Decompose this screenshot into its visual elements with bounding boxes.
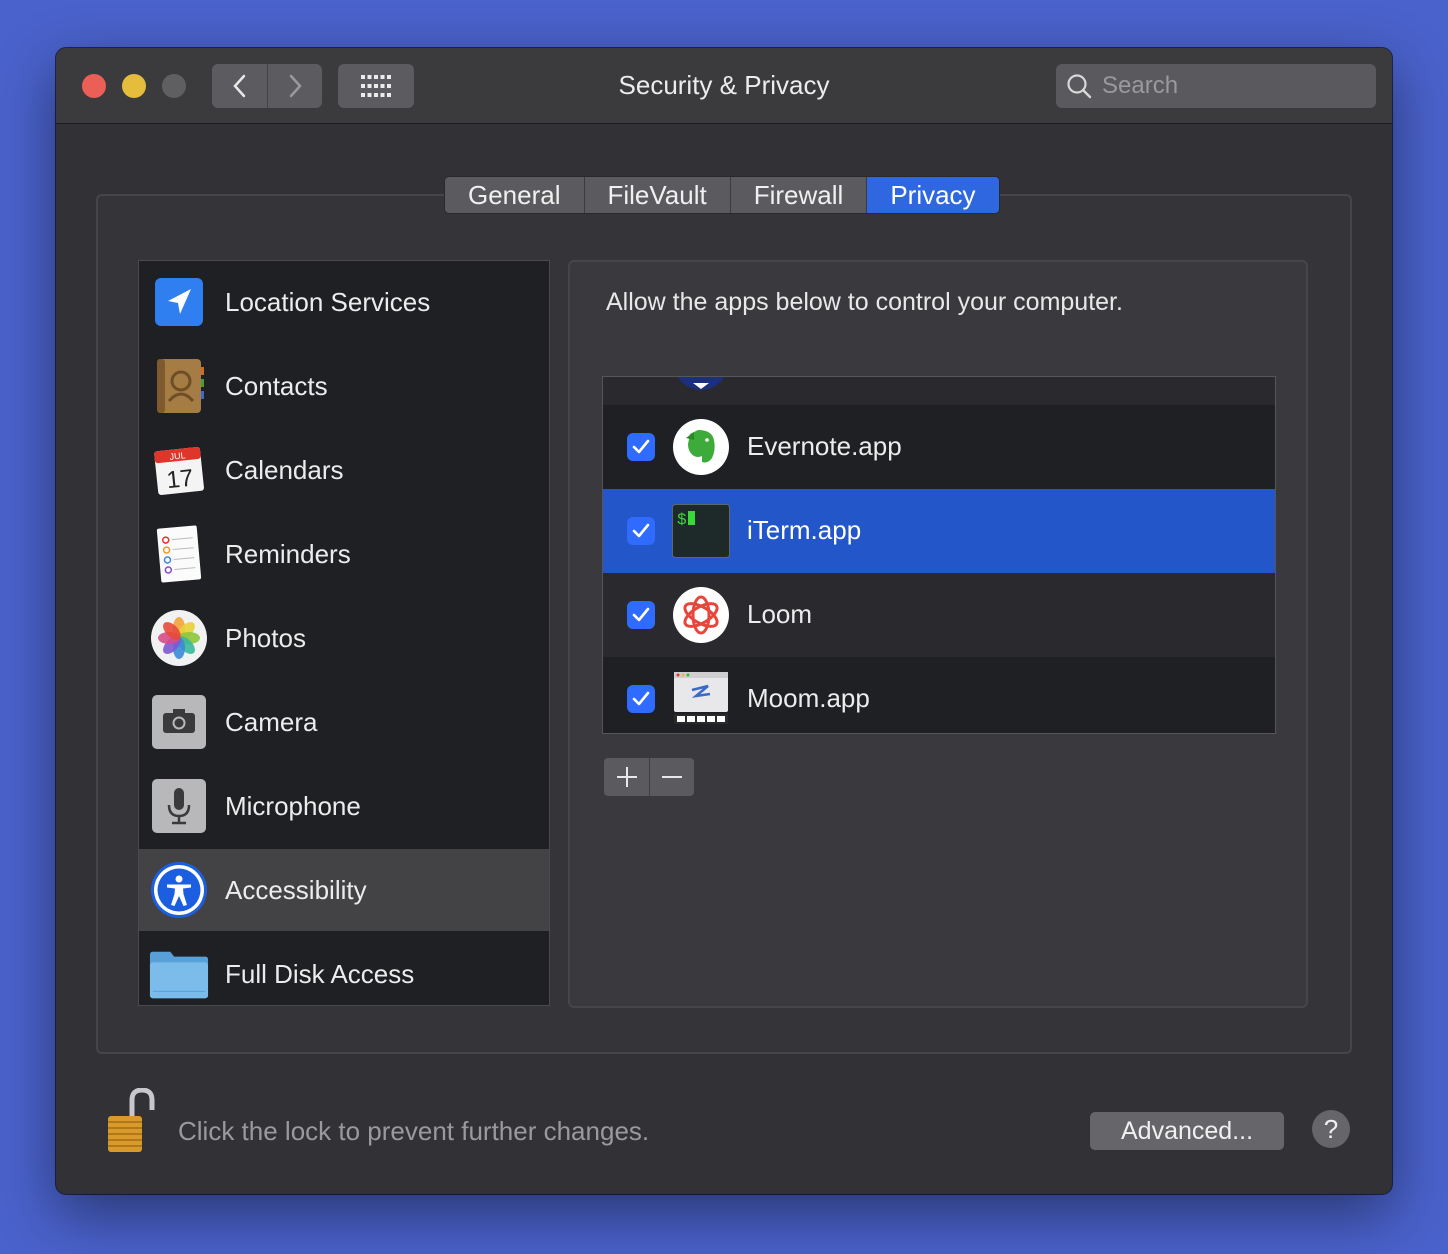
advanced-button[interactable]: Advanced... bbox=[1090, 1112, 1284, 1150]
app-checkbox[interactable] bbox=[627, 601, 655, 629]
accessibility-icon bbox=[149, 860, 209, 920]
search-placeholder: Search bbox=[1102, 72, 1179, 99]
add-app-button[interactable] bbox=[604, 758, 649, 796]
unlocked-padlock-icon[interactable] bbox=[106, 1087, 156, 1154]
microphone-icon bbox=[149, 776, 209, 836]
folder-icon bbox=[149, 944, 209, 1004]
tab-filevault[interactable]: FileVault bbox=[583, 177, 730, 213]
calendar-day-text: 17 bbox=[165, 465, 194, 495]
app-list[interactable]: Evernote.app $ iTerm.app Loom Moom.app bbox=[602, 376, 1276, 734]
tab-privacy[interactable]: Privacy bbox=[866, 177, 999, 213]
sidebar-item-photos[interactable]: Photos bbox=[139, 597, 549, 679]
sidebar-item-label: Camera bbox=[225, 706, 318, 737]
accessibility-panel: Allow the apps below to control your com… bbox=[568, 260, 1308, 1008]
list-item[interactable]: Evernote.app bbox=[603, 405, 1275, 489]
panel-description: Allow the apps below to control your com… bbox=[606, 288, 1123, 316]
plus-icon bbox=[616, 767, 637, 787]
sidebar-item-microphone[interactable]: Microphone bbox=[139, 765, 549, 847]
lock-status-text: Click the lock to prevent further change… bbox=[178, 1116, 650, 1146]
camera-icon bbox=[149, 692, 209, 752]
tab-bar: General FileVault Firewall Privacy bbox=[444, 176, 1000, 214]
app-name: iTerm.app bbox=[747, 515, 862, 545]
tab-firewall[interactable]: Firewall bbox=[729, 177, 867, 213]
calendar-month-text: JUL bbox=[169, 450, 186, 462]
title-bar: Security & Privacy Search bbox=[56, 48, 1392, 124]
contacts-book-icon bbox=[149, 356, 209, 416]
loom-icon bbox=[671, 585, 731, 645]
app-icon bbox=[671, 377, 731, 393]
app-name: Moom.app bbox=[747, 683, 870, 713]
list-item[interactable]: $ iTerm.app bbox=[603, 489, 1275, 573]
sidebar-item-label: Location Services bbox=[225, 286, 431, 317]
sidebar-item-full-disk-access[interactable]: Full Disk Access bbox=[139, 933, 549, 1005]
svg-text:$: $ bbox=[677, 511, 687, 529]
sidebar-item-label: Microphone bbox=[225, 790, 361, 821]
terminal-icon: $ bbox=[671, 501, 731, 561]
sidebar-item-contacts[interactable]: Contacts bbox=[139, 345, 549, 427]
checkmark-icon bbox=[632, 691, 650, 706]
preferences-window: Security & Privacy Search General FileVa… bbox=[56, 48, 1392, 1194]
search-field[interactable]: Search bbox=[1056, 64, 1376, 108]
app-checkbox[interactable] bbox=[627, 685, 655, 713]
sidebar-item-calendars[interactable]: JUL 17 Calendars bbox=[139, 429, 549, 511]
privacy-category-list: Location Services Contacts JUL 17 Calenda… bbox=[138, 260, 550, 1006]
app-checkbox[interactable] bbox=[627, 433, 655, 461]
location-arrow-icon bbox=[149, 272, 209, 332]
add-remove-buttons bbox=[604, 758, 694, 796]
reminders-icon bbox=[149, 524, 209, 584]
sidebar-item-accessibility[interactable]: Accessibility bbox=[139, 849, 549, 931]
sidebar-item-label: Photos bbox=[225, 622, 306, 653]
checkmark-icon bbox=[632, 523, 650, 538]
sidebar-item-label: Reminders bbox=[225, 538, 351, 569]
list-item[interactable]: Moom.app bbox=[603, 657, 1275, 733]
photos-flower-icon bbox=[149, 608, 209, 668]
remove-app-button[interactable] bbox=[649, 758, 694, 796]
moom-icon bbox=[671, 669, 731, 729]
sidebar-item-location-services[interactable]: Location Services bbox=[139, 261, 549, 343]
app-name: Loom bbox=[747, 599, 813, 629]
minus-icon bbox=[662, 776, 682, 778]
list-item bbox=[603, 376, 1275, 405]
sidebar-item-label: Full Disk Access bbox=[225, 958, 415, 989]
help-button[interactable]: ? bbox=[1312, 1110, 1350, 1148]
tab-general[interactable]: General bbox=[445, 177, 584, 213]
checkmark-icon bbox=[632, 607, 650, 622]
app-checkbox[interactable] bbox=[627, 376, 655, 377]
checkmark-icon bbox=[632, 439, 650, 454]
app-checkbox[interactable] bbox=[627, 517, 655, 545]
sidebar-item-camera[interactable]: Camera bbox=[139, 681, 549, 763]
app-name: Evernote.app bbox=[747, 431, 902, 461]
evernote-elephant-icon bbox=[671, 417, 731, 477]
search-icon bbox=[1067, 74, 1092, 99]
sidebar-item-label: Accessibility bbox=[225, 874, 367, 905]
list-item[interactable]: Loom bbox=[603, 573, 1275, 657]
sidebar-item-reminders[interactable]: Reminders bbox=[139, 513, 549, 595]
sidebar-item-label: Contacts bbox=[225, 370, 328, 401]
sidebar-item-label: Calendars bbox=[225, 454, 344, 485]
calendar-icon: JUL 17 bbox=[149, 440, 209, 500]
